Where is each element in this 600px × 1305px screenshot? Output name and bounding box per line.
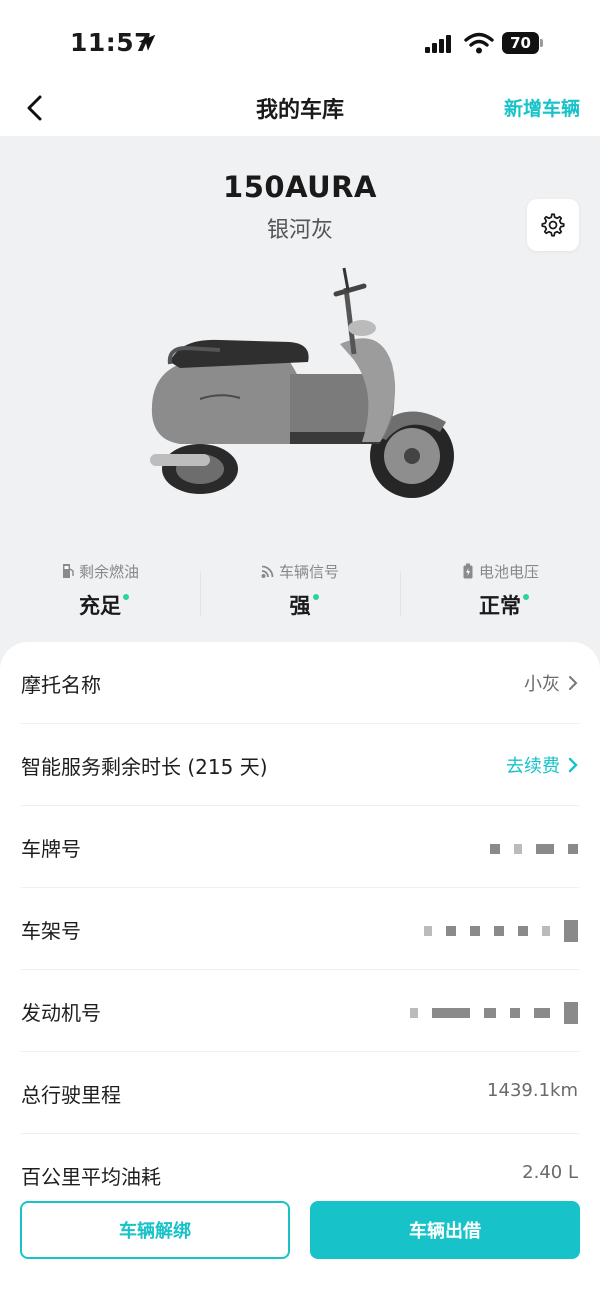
stat-battery-value: 正常	[479, 594, 521, 618]
gear-icon	[541, 213, 565, 237]
status-dot	[312, 594, 319, 600]
renew-link[interactable]: 去续费	[506, 752, 560, 778]
redacted-value	[490, 836, 578, 862]
add-vehicle-button[interactable]: 新增车辆	[504, 94, 580, 121]
location-arrow-icon	[138, 34, 156, 51]
status-bar: 11:57 70	[0, 0, 600, 80]
stat-fuel: 剩余燃油 充足	[0, 560, 200, 630]
redacted-value	[410, 1000, 578, 1026]
vehicle-stats: 剩余燃油 充足 车辆信号 强 电池电压 正常	[0, 560, 600, 630]
row-label: 摩托名称	[21, 673, 101, 697]
stat-signal: 车辆信号 强	[200, 560, 400, 630]
scooter-image	[150, 267, 454, 498]
lend-vehicle-button[interactable]: 车辆出借	[310, 1201, 580, 1259]
battery-level: 70	[502, 32, 539, 54]
nav-bar: 我的车库 新增车辆	[0, 80, 600, 136]
stat-battery: 电池电压 正常	[400, 560, 600, 630]
row-plate-number: 车牌号	[0, 806, 600, 888]
row-frame-number: 车架号	[0, 888, 600, 970]
stat-signal-value: 强	[289, 594, 311, 618]
cellular-signal-icon	[425, 35, 451, 53]
row-label: 百公里平均油耗	[21, 1165, 161, 1189]
wifi-icon	[464, 32, 494, 54]
chevron-right-icon	[569, 676, 578, 690]
stat-battery-label: 电池电压	[478, 562, 539, 581]
fuel-icon	[62, 564, 74, 578]
row-total-mileage: 总行驶里程 1439.1km	[0, 1052, 600, 1134]
chevron-right-icon	[568, 757, 578, 773]
status-dot	[523, 594, 529, 600]
stat-signal-label: 车辆信号	[278, 562, 339, 581]
vehicle-hero: 150AURA 银河灰 剩余燃油 充足 车辆信号 强 电池电压 正常	[0, 136, 600, 666]
vehicle-nickname: 小灰	[524, 674, 560, 695]
row-smart-service[interactable]: 智能服务剩余时长 (215 天) 去续费	[0, 724, 600, 806]
mileage-value: 1439.1km	[487, 1080, 578, 1101]
row-label: 智能服务剩余时长 (215 天)	[21, 755, 268, 779]
back-icon[interactable]	[20, 92, 52, 124]
row-label: 总行驶里程	[21, 1083, 121, 1107]
stat-fuel-value: 充足	[79, 594, 121, 618]
signal-icon	[261, 565, 274, 578]
row-label: 发动机号	[21, 1001, 101, 1025]
battery-indicator: 70	[502, 32, 544, 54]
row-label: 车牌号	[21, 837, 81, 861]
row-vehicle-name[interactable]: 摩托名称 小灰	[0, 642, 600, 724]
vehicle-color: 银河灰	[266, 218, 333, 243]
row-engine-number: 发动机号	[0, 970, 600, 1052]
fuel-consumption-value: 2.40 L	[522, 1162, 578, 1183]
battery-icon	[463, 563, 473, 579]
row-label: 车架号	[21, 919, 81, 943]
battery-tip	[540, 39, 543, 47]
redacted-value	[424, 918, 578, 944]
bottom-action-bar: 车辆解绑 车辆出借	[0, 1188, 600, 1305]
settings-button[interactable]	[527, 199, 579, 251]
unbind-vehicle-button[interactable]: 车辆解绑	[20, 1201, 290, 1259]
status-dot	[123, 594, 129, 600]
vehicle-model: 150AURA	[223, 170, 377, 204]
stat-fuel-label: 剩余燃油	[78, 562, 139, 581]
